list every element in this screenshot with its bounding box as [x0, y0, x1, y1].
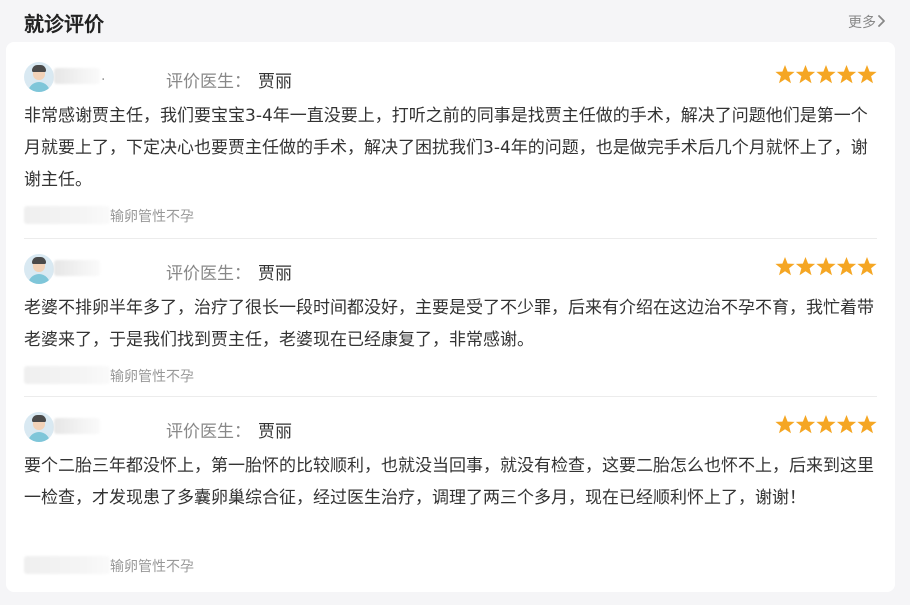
star-icon: [795, 257, 816, 276]
blurred-username: [54, 418, 100, 434]
star-icon: [816, 65, 836, 84]
star-icon: [836, 415, 857, 434]
disease-tag: 输卵管性不孕: [110, 559, 194, 575]
star-icon: [857, 65, 877, 84]
star-rating-icon: [775, 65, 877, 84]
blurred-username: [54, 260, 100, 276]
star-icon: [836, 65, 857, 84]
disease-tag: 输卵管性不孕: [110, 209, 194, 225]
doctor-name: 贾丽: [258, 72, 292, 92]
rating-stars: [775, 414, 877, 436]
star-rating-icon: [775, 257, 877, 276]
rating-stars: [775, 256, 877, 278]
star-icon: [816, 257, 836, 276]
review-content: 老婆不排卵半年多了，治疗了很长一段时间都没好，主要是受了不少罪，后来有介绍在这边…: [24, 298, 874, 350]
star-icon: [775, 415, 795, 434]
avatar: [24, 254, 54, 284]
divider: [24, 238, 877, 239]
blurred-tag-prefix: [24, 206, 110, 224]
review-content: 要个二胎三年都没怀上，第一胎怀的比较顺利，也就没当回事，就没有检查，这要二胎怎么…: [24, 456, 874, 508]
blurred-tag-prefix: [24, 556, 110, 574]
divider: [24, 396, 877, 397]
star-icon: [816, 415, 836, 434]
avatar: [24, 412, 54, 442]
doctor-label: 评价医生：: [166, 72, 251, 92]
chevron-right-icon[interactable]: [876, 14, 888, 28]
more-link[interactable]: 更多: [848, 12, 876, 32]
star-rating-icon: [775, 415, 877, 434]
section-title: 就诊评价: [24, 12, 104, 36]
star-icon: [836, 257, 857, 276]
star-icon: [857, 415, 877, 434]
star-icon: [795, 65, 816, 84]
doctor-label: 评价医生：: [166, 422, 251, 442]
disease-tag: 输卵管性不孕: [110, 369, 194, 385]
doctor-name: 贾丽: [258, 422, 292, 442]
review-content: 非常感谢贾主任，我们要宝宝3-4年一直没要上，打听之前的同事是找贾主任做的手术，…: [24, 106, 868, 190]
star-icon: [775, 257, 795, 276]
section-header: 就诊评价 更多: [0, 0, 910, 42]
star-icon: [795, 415, 816, 434]
blurred-username: [54, 68, 100, 84]
rating-stars: [775, 64, 877, 86]
doctor-name: 贾丽: [258, 264, 292, 284]
star-icon: [775, 65, 795, 84]
reviews-card: . 评价医生： 贾丽 非常感谢贾主任，我们要宝宝3-4年一直没要上，打听之前的同…: [6, 42, 895, 592]
doctor-label: 评价医生：: [166, 264, 251, 284]
star-icon: [857, 257, 877, 276]
blurred-tag-prefix: [24, 366, 110, 384]
avatar: [24, 62, 54, 92]
username-suffix: .: [101, 68, 106, 84]
